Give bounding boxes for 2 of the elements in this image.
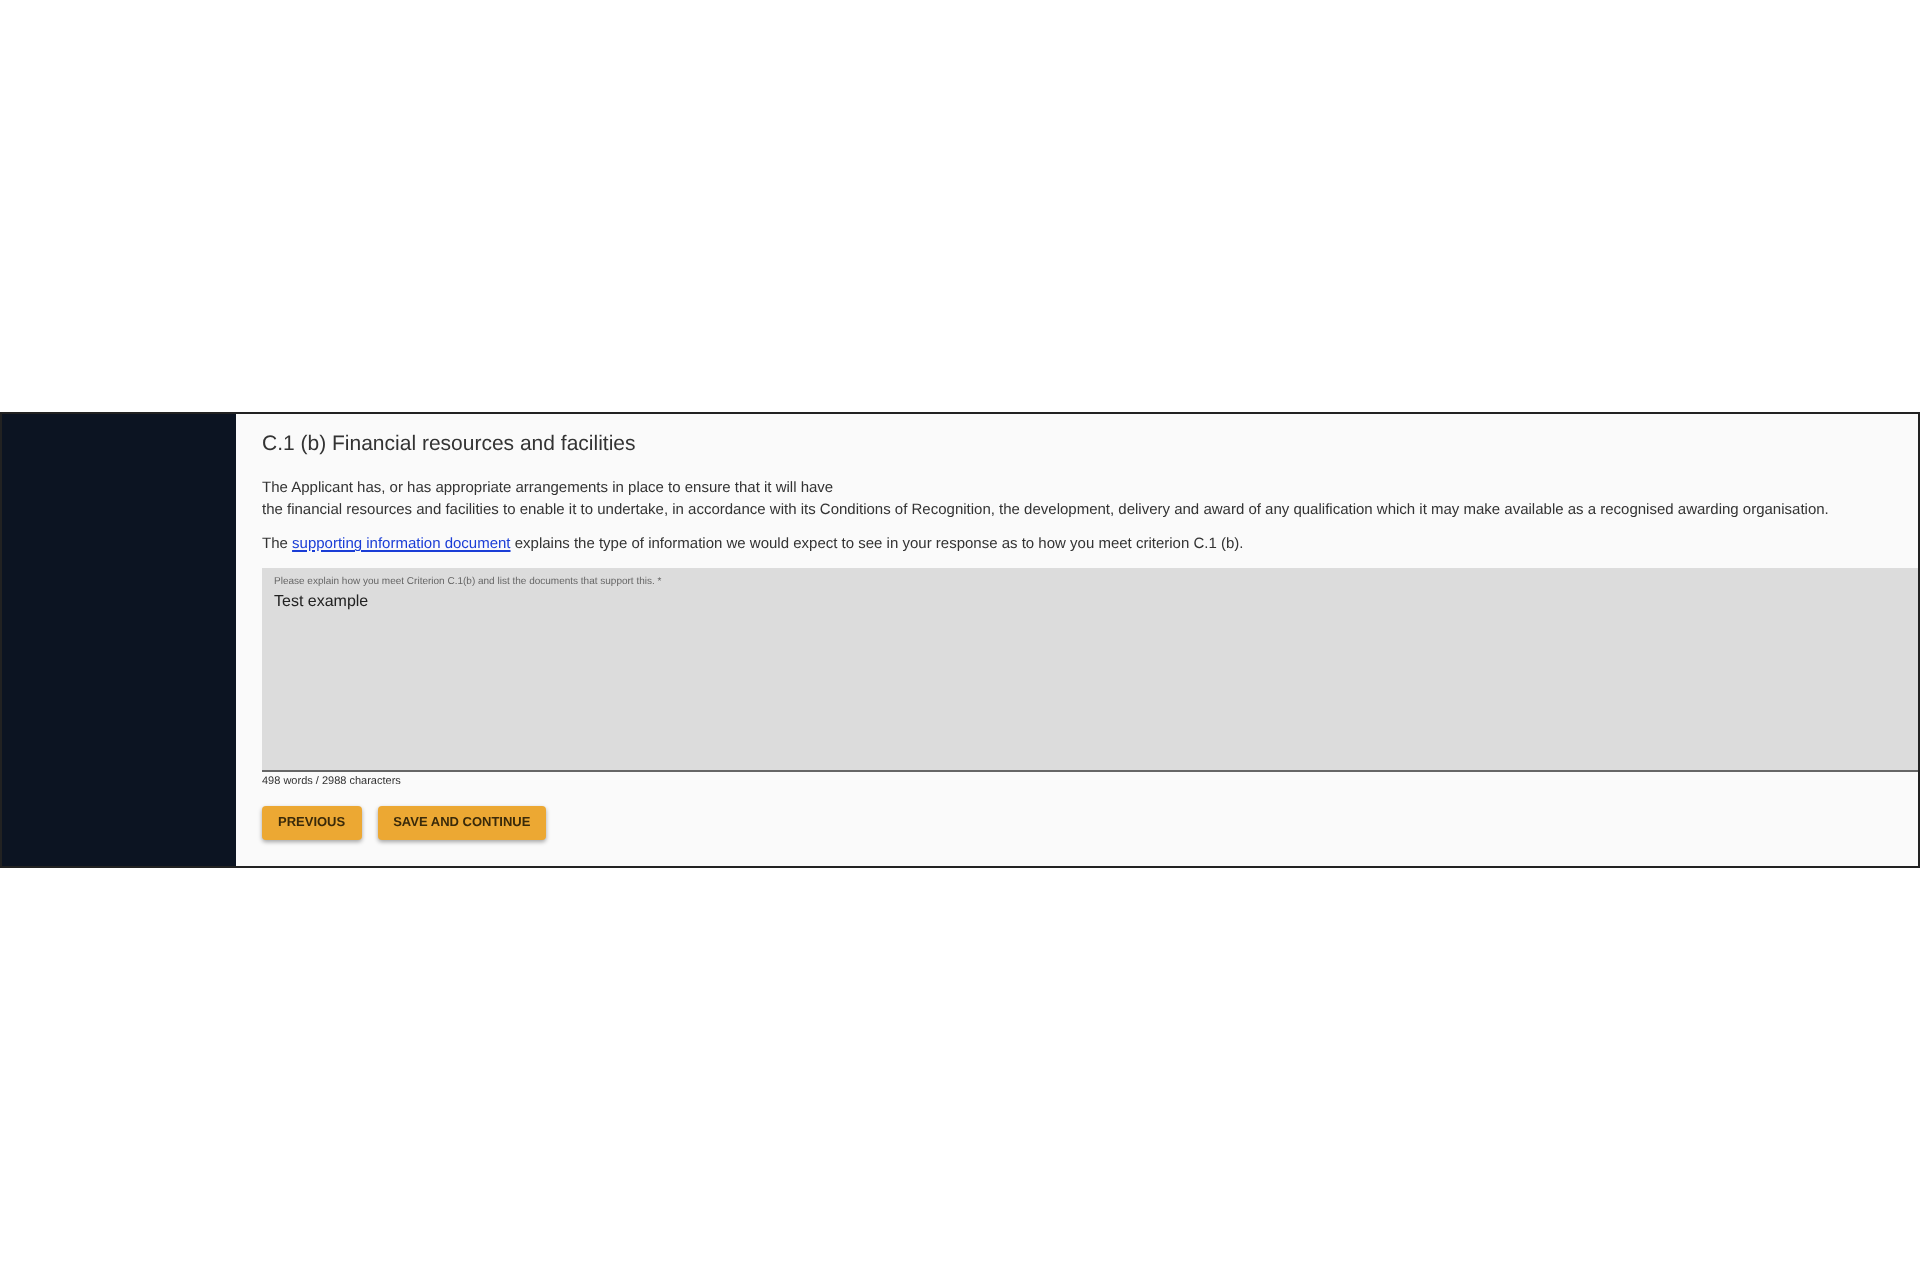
section-title: C.1 (b) Financial resources and facilities <box>262 432 638 456</box>
response-input[interactable]: Test example <box>274 592 1906 610</box>
